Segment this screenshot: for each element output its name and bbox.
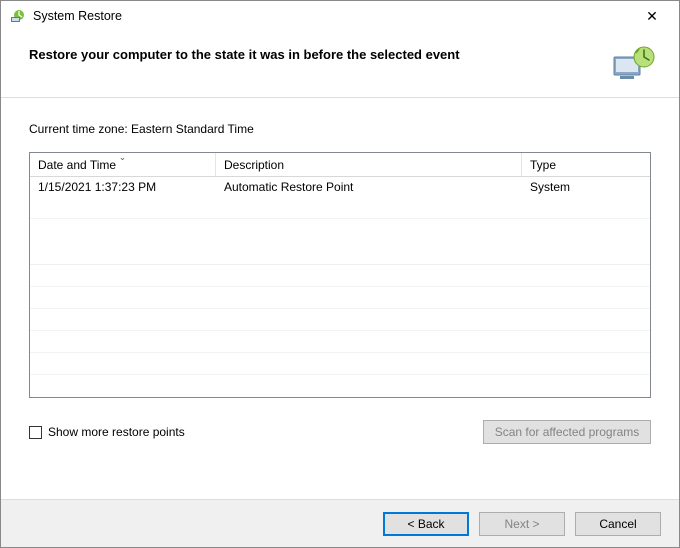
table-row-empty [30, 265, 650, 287]
table-row[interactable]: 1/15/2021 1:37:23 PM Automatic Restore P… [30, 177, 650, 197]
table-row-empty [30, 197, 650, 219]
cancel-button[interactable]: Cancel [575, 512, 661, 536]
table-body: 1/15/2021 1:37:23 PM Automatic Restore P… [30, 177, 650, 397]
table-row-empty [30, 219, 650, 265]
footer-button-bar: < Back Next > Cancel [1, 499, 679, 547]
scan-affected-label: Scan for affected programs [495, 425, 640, 439]
table-row-empty [30, 331, 650, 353]
table-row-empty [30, 375, 650, 397]
column-header-type[interactable]: Type [522, 153, 650, 176]
column-header-date-label: Date and Time [38, 158, 116, 172]
back-button-label: < Back [407, 517, 444, 531]
cell-date: 1/15/2021 1:37:23 PM [30, 180, 216, 194]
column-header-date[interactable]: ⌄ Date and Time [30, 153, 216, 176]
column-header-type-label: Type [530, 158, 556, 172]
table-row-empty [30, 353, 650, 375]
system-restore-window: System Restore ✕ Restore your computer t… [0, 0, 680, 548]
restore-hero-icon [611, 45, 657, 85]
sort-caret-icon: ⌄ [119, 152, 127, 163]
titlebar: System Restore ✕ [1, 1, 679, 31]
content-area: Current time zone: Eastern Standard Time… [1, 98, 679, 499]
table-row-empty [30, 287, 650, 309]
header: Restore your computer to the state it wa… [1, 31, 679, 98]
cell-type: System [522, 180, 650, 194]
app-icon [9, 7, 27, 25]
close-button[interactable]: ✕ [629, 1, 675, 31]
cancel-button-label: Cancel [599, 517, 636, 531]
show-more-checkbox[interactable]: Show more restore points [29, 425, 185, 439]
scan-affected-button: Scan for affected programs [483, 420, 651, 444]
column-header-description-label: Description [224, 158, 284, 172]
table-header-row: ⌄ Date and Time Description Type [30, 153, 650, 177]
page-heading: Restore your computer to the state it wa… [29, 45, 611, 62]
next-button-label: Next > [504, 517, 539, 531]
window-title: System Restore [33, 9, 629, 23]
timezone-label: Current time zone: Eastern Standard Time [29, 122, 651, 136]
cell-description: Automatic Restore Point [216, 180, 522, 194]
show-more-label: Show more restore points [48, 425, 185, 439]
column-header-description[interactable]: Description [216, 153, 522, 176]
checkbox-icon [29, 426, 42, 439]
below-table-controls: Show more restore points Scan for affect… [29, 420, 651, 444]
table-row-empty [30, 309, 650, 331]
back-button[interactable]: < Back [383, 512, 469, 536]
restore-points-table[interactable]: ⌄ Date and Time Description Type 1/15/20… [29, 152, 651, 398]
close-icon: ✕ [646, 8, 658, 25]
next-button: Next > [479, 512, 565, 536]
